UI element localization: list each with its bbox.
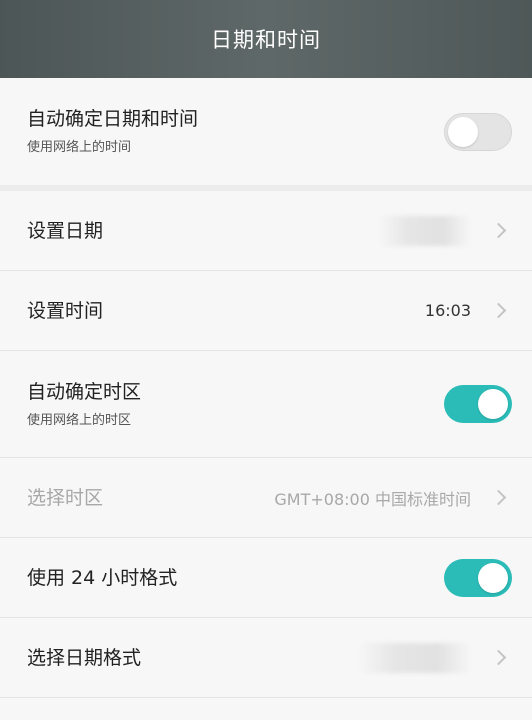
use-24h-row[interactable]: 使用 24 小时格式 <box>0 538 532 618</box>
auto-timezone-subtitle: 使用网络上的时区 <box>27 412 132 428</box>
time-value: 16:03 <box>424 301 471 320</box>
chevron-right-icon <box>490 489 507 506</box>
chevron-right-icon <box>490 649 507 666</box>
auto-datetime-toggle[interactable] <box>444 112 512 151</box>
date-format-right <box>359 642 512 673</box>
auto-datetime-title: 自动确定日期和时间 <box>27 108 199 130</box>
date-value-redacted <box>379 215 471 246</box>
settings-list: 自动确定日期和时间 使用网络上的时间 设置日期 设置时间 16:03 自动确定时… <box>0 78 532 698</box>
set-time-row[interactable]: 设置时间 16:03 <box>0 271 532 351</box>
auto-datetime-subtitle: 使用网络上的时间 <box>27 140 132 155</box>
set-time-title: 设置时间 <box>27 299 104 322</box>
select-timezone-right: GMT+08:00 中国标准时间 <box>274 486 512 510</box>
auto-timezone-toggle[interactable] <box>444 385 512 423</box>
auto-datetime-row[interactable]: 自动确定日期和时间 使用网络上的时间 <box>0 78 532 185</box>
auto-timezone-texts: 自动确定时区 使用网络上的时区 <box>27 380 141 429</box>
auto-datetime-texts: 自动确定日期和时间 使用网络上的时间 <box>27 107 198 156</box>
auto-timezone-title: 自动确定时区 <box>27 380 142 403</box>
date-format-value-redacted <box>359 642 471 673</box>
date-format-row[interactable]: 选择日期格式 <box>0 618 532 698</box>
set-date-title: 设置日期 <box>27 219 104 242</box>
title-bar: 日期和时间 <box>0 0 532 78</box>
toggle-knob <box>478 562 508 593</box>
set-date-right <box>379 215 512 246</box>
set-date-row[interactable]: 设置日期 <box>0 191 532 271</box>
set-time-right: 16:03 <box>425 301 512 320</box>
auto-timezone-row[interactable]: 自动确定时区 使用网络上的时区 <box>0 351 532 458</box>
date-format-title: 选择日期格式 <box>27 646 142 669</box>
chevron-right-icon <box>490 302 507 319</box>
use-24h-toggle[interactable] <box>444 558 512 597</box>
select-timezone-title: 选择时区 <box>27 486 104 509</box>
use-24h-title: 使用 24 小时格式 <box>27 566 178 589</box>
chevron-right-icon <box>490 222 507 239</box>
timezone-value: GMT+08:00 中国标准时间 <box>274 489 471 509</box>
page-title: 日期和时间 <box>211 28 321 52</box>
toggle-knob <box>478 389 508 419</box>
toggle-knob <box>448 116 478 147</box>
select-timezone-row[interactable]: 选择时区 GMT+08:00 中国标准时间 <box>0 458 532 538</box>
